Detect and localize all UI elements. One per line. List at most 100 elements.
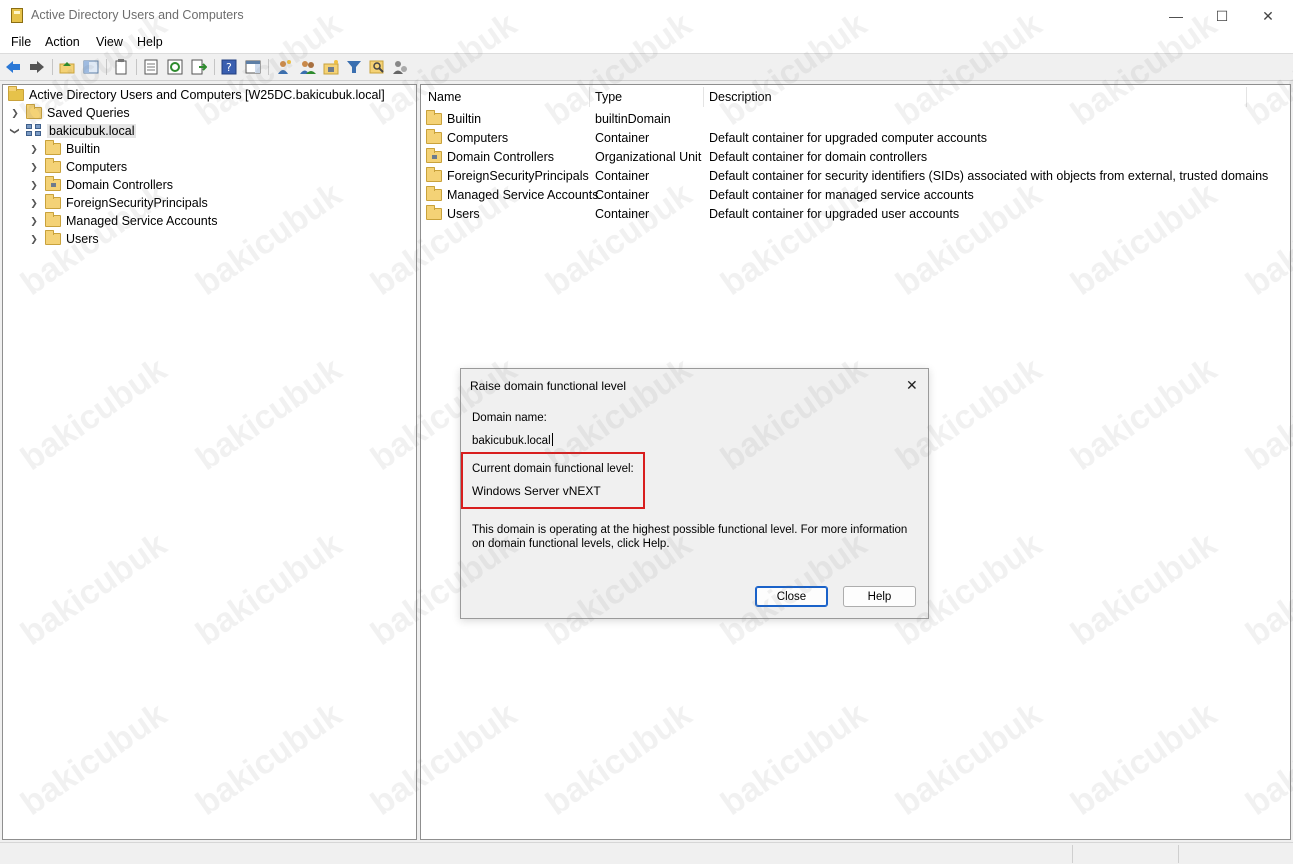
row-description: Default container for upgraded user acco… (709, 207, 960, 221)
tree-item-label: ForeignSecurityPrincipals (66, 196, 208, 210)
table-row[interactable]: Users Container Default container for up… (421, 205, 1290, 224)
chevron-right-icon[interactable]: ❯ (10, 108, 20, 118)
help-icon[interactable]: ? (220, 58, 238, 76)
ou-folder-icon (45, 176, 61, 191)
new-group-icon[interactable] (299, 58, 317, 76)
row-description: Default container for managed service ac… (709, 188, 974, 202)
folder-icon (45, 194, 61, 209)
filter-icon[interactable] (345, 58, 363, 76)
tree-item-domain[interactable]: ❯ bakicubuk.local (10, 122, 137, 140)
tree-item-computers[interactable]: ❯ Computers (29, 158, 127, 176)
dialog-close-icon[interactable]: ✕ (906, 377, 918, 394)
maximize-button[interactable]: ☐ (1199, 0, 1245, 32)
folder-icon (45, 140, 61, 155)
info-text: This domain is operating at the highest … (472, 524, 908, 550)
menu-file[interactable]: File (11, 35, 31, 49)
title-bar: Active Directory Users and Computers — ☐… (0, 0, 1293, 32)
raise-domain-functional-level-dialog: Raise domain functional level ✕ Domain n… (460, 368, 929, 619)
chevron-down-icon[interactable]: ❯ (10, 126, 21, 136)
folder-icon (45, 230, 61, 245)
tree-item-label: Computers (66, 160, 128, 174)
dialog-title: Raise domain functional level (470, 379, 627, 393)
tree-root[interactable]: Active Directory Users and Computers [W2… (8, 86, 385, 104)
row-description: Default container for security identifie… (709, 169, 1269, 183)
table-row[interactable]: Builtin builtinDomain (421, 110, 1290, 129)
chevron-right-icon[interactable]: ❯ (29, 144, 39, 154)
row-type: builtinDomain (595, 112, 671, 126)
console-tree-icon[interactable] (82, 58, 100, 76)
minimize-button[interactable]: — (1153, 0, 1199, 32)
row-type: Container (595, 188, 650, 202)
table-row[interactable]: ForeignSecurityPrincipals Container Defa… (421, 167, 1290, 186)
clipboard-icon[interactable] (112, 58, 130, 76)
folder-icon (426, 129, 442, 144)
column-header-type[interactable]: Type (595, 90, 622, 104)
show-hide-action-pane-icon[interactable] (244, 58, 262, 76)
svg-text:?: ? (226, 61, 232, 74)
table-row[interactable]: Computers Container Default container fo… (421, 129, 1290, 148)
ou-folder-icon (426, 148, 442, 163)
chevron-right-icon[interactable]: ❯ (29, 162, 39, 172)
row-type: Organizational Unit (595, 150, 702, 164)
chevron-right-icon[interactable]: ❯ (29, 216, 39, 226)
row-name: ForeignSecurityPrincipals (447, 169, 589, 183)
row-name: Domain Controllers (447, 150, 554, 164)
chevron-right-icon[interactable]: ❯ (29, 198, 39, 208)
up-folder-icon[interactable] (58, 58, 76, 76)
new-ou-icon[interactable] (322, 58, 340, 76)
tree-item-domain-controllers[interactable]: ❯ Domain Controllers (29, 176, 173, 194)
column-header-description[interactable]: Description (709, 90, 772, 104)
domain-name-label: Domain name: (472, 412, 547, 424)
folder-icon (26, 104, 42, 119)
find-icon[interactable] (368, 58, 386, 76)
menu-help[interactable]: Help (137, 35, 163, 49)
new-user-icon[interactable] (275, 58, 293, 76)
row-name: Managed Service Accounts (447, 188, 599, 202)
menu-action[interactable]: Action (45, 35, 80, 49)
tree-item-foreign-security-principals[interactable]: ❯ ForeignSecurityPrincipals (29, 194, 208, 212)
chevron-right-icon[interactable]: ❯ (29, 234, 39, 244)
chevron-right-icon[interactable]: ❯ (29, 180, 39, 190)
folder-icon (45, 212, 61, 227)
folder-icon (426, 110, 442, 125)
folder-icon (45, 158, 61, 173)
tree-item-builtin[interactable]: ❯ Builtin (29, 140, 100, 158)
back-arrow-icon[interactable] (4, 58, 22, 76)
tree-item-label: Domain Controllers (66, 178, 173, 192)
window-title: Active Directory Users and Computers (31, 8, 244, 22)
table-row[interactable]: Domain Controllers Organizational Unit D… (421, 148, 1290, 167)
column-header-name[interactable]: Name (428, 90, 461, 104)
folder-icon (426, 167, 442, 182)
menu-view[interactable]: View (96, 35, 123, 49)
row-type: Container (595, 169, 650, 183)
export-list-icon[interactable] (190, 58, 208, 76)
row-description: Default container for domain controllers (709, 150, 928, 164)
tree-item-saved-queries[interactable]: ❯ Saved Queries (10, 104, 130, 122)
row-name: Builtin (447, 112, 482, 126)
current-level-label: Current domain functional level: (472, 463, 634, 475)
tree-root-label: Active Directory Users and Computers [W2… (29, 88, 385, 102)
properties-icon[interactable] (142, 58, 160, 76)
tree-item-managed-service-accounts[interactable]: ❯ Managed Service Accounts (29, 212, 217, 230)
domain-icon (26, 124, 42, 138)
help-button[interactable]: Help (843, 586, 916, 607)
row-type: Container (595, 131, 650, 145)
toolbar: ? (0, 54, 1293, 81)
tree-item-label: Saved Queries (47, 106, 130, 120)
highlight-annotation (461, 452, 645, 509)
console-tree-pane[interactable]: Active Directory Users and Computers [W2… (2, 84, 417, 840)
close-window-button[interactable]: ✕ (1245, 0, 1291, 32)
tree-item-label: Managed Service Accounts (66, 214, 218, 228)
current-level-value: Windows Server vNEXT (472, 484, 601, 498)
refresh-icon[interactable] (166, 58, 184, 76)
list-header: Name Type Description (421, 85, 1290, 109)
snapin-root-icon (8, 86, 24, 101)
forward-arrow-icon[interactable] (28, 58, 46, 76)
close-button[interactable]: Close (755, 586, 828, 607)
tree-item-label: Users (66, 232, 99, 246)
tree-item-users[interactable]: ❯ Users (29, 230, 99, 248)
add-to-group-icon[interactable] (391, 58, 409, 76)
table-row[interactable]: Managed Service Accounts Container Defau… (421, 186, 1290, 205)
row-name: Users (447, 207, 480, 221)
folder-icon (426, 186, 442, 201)
